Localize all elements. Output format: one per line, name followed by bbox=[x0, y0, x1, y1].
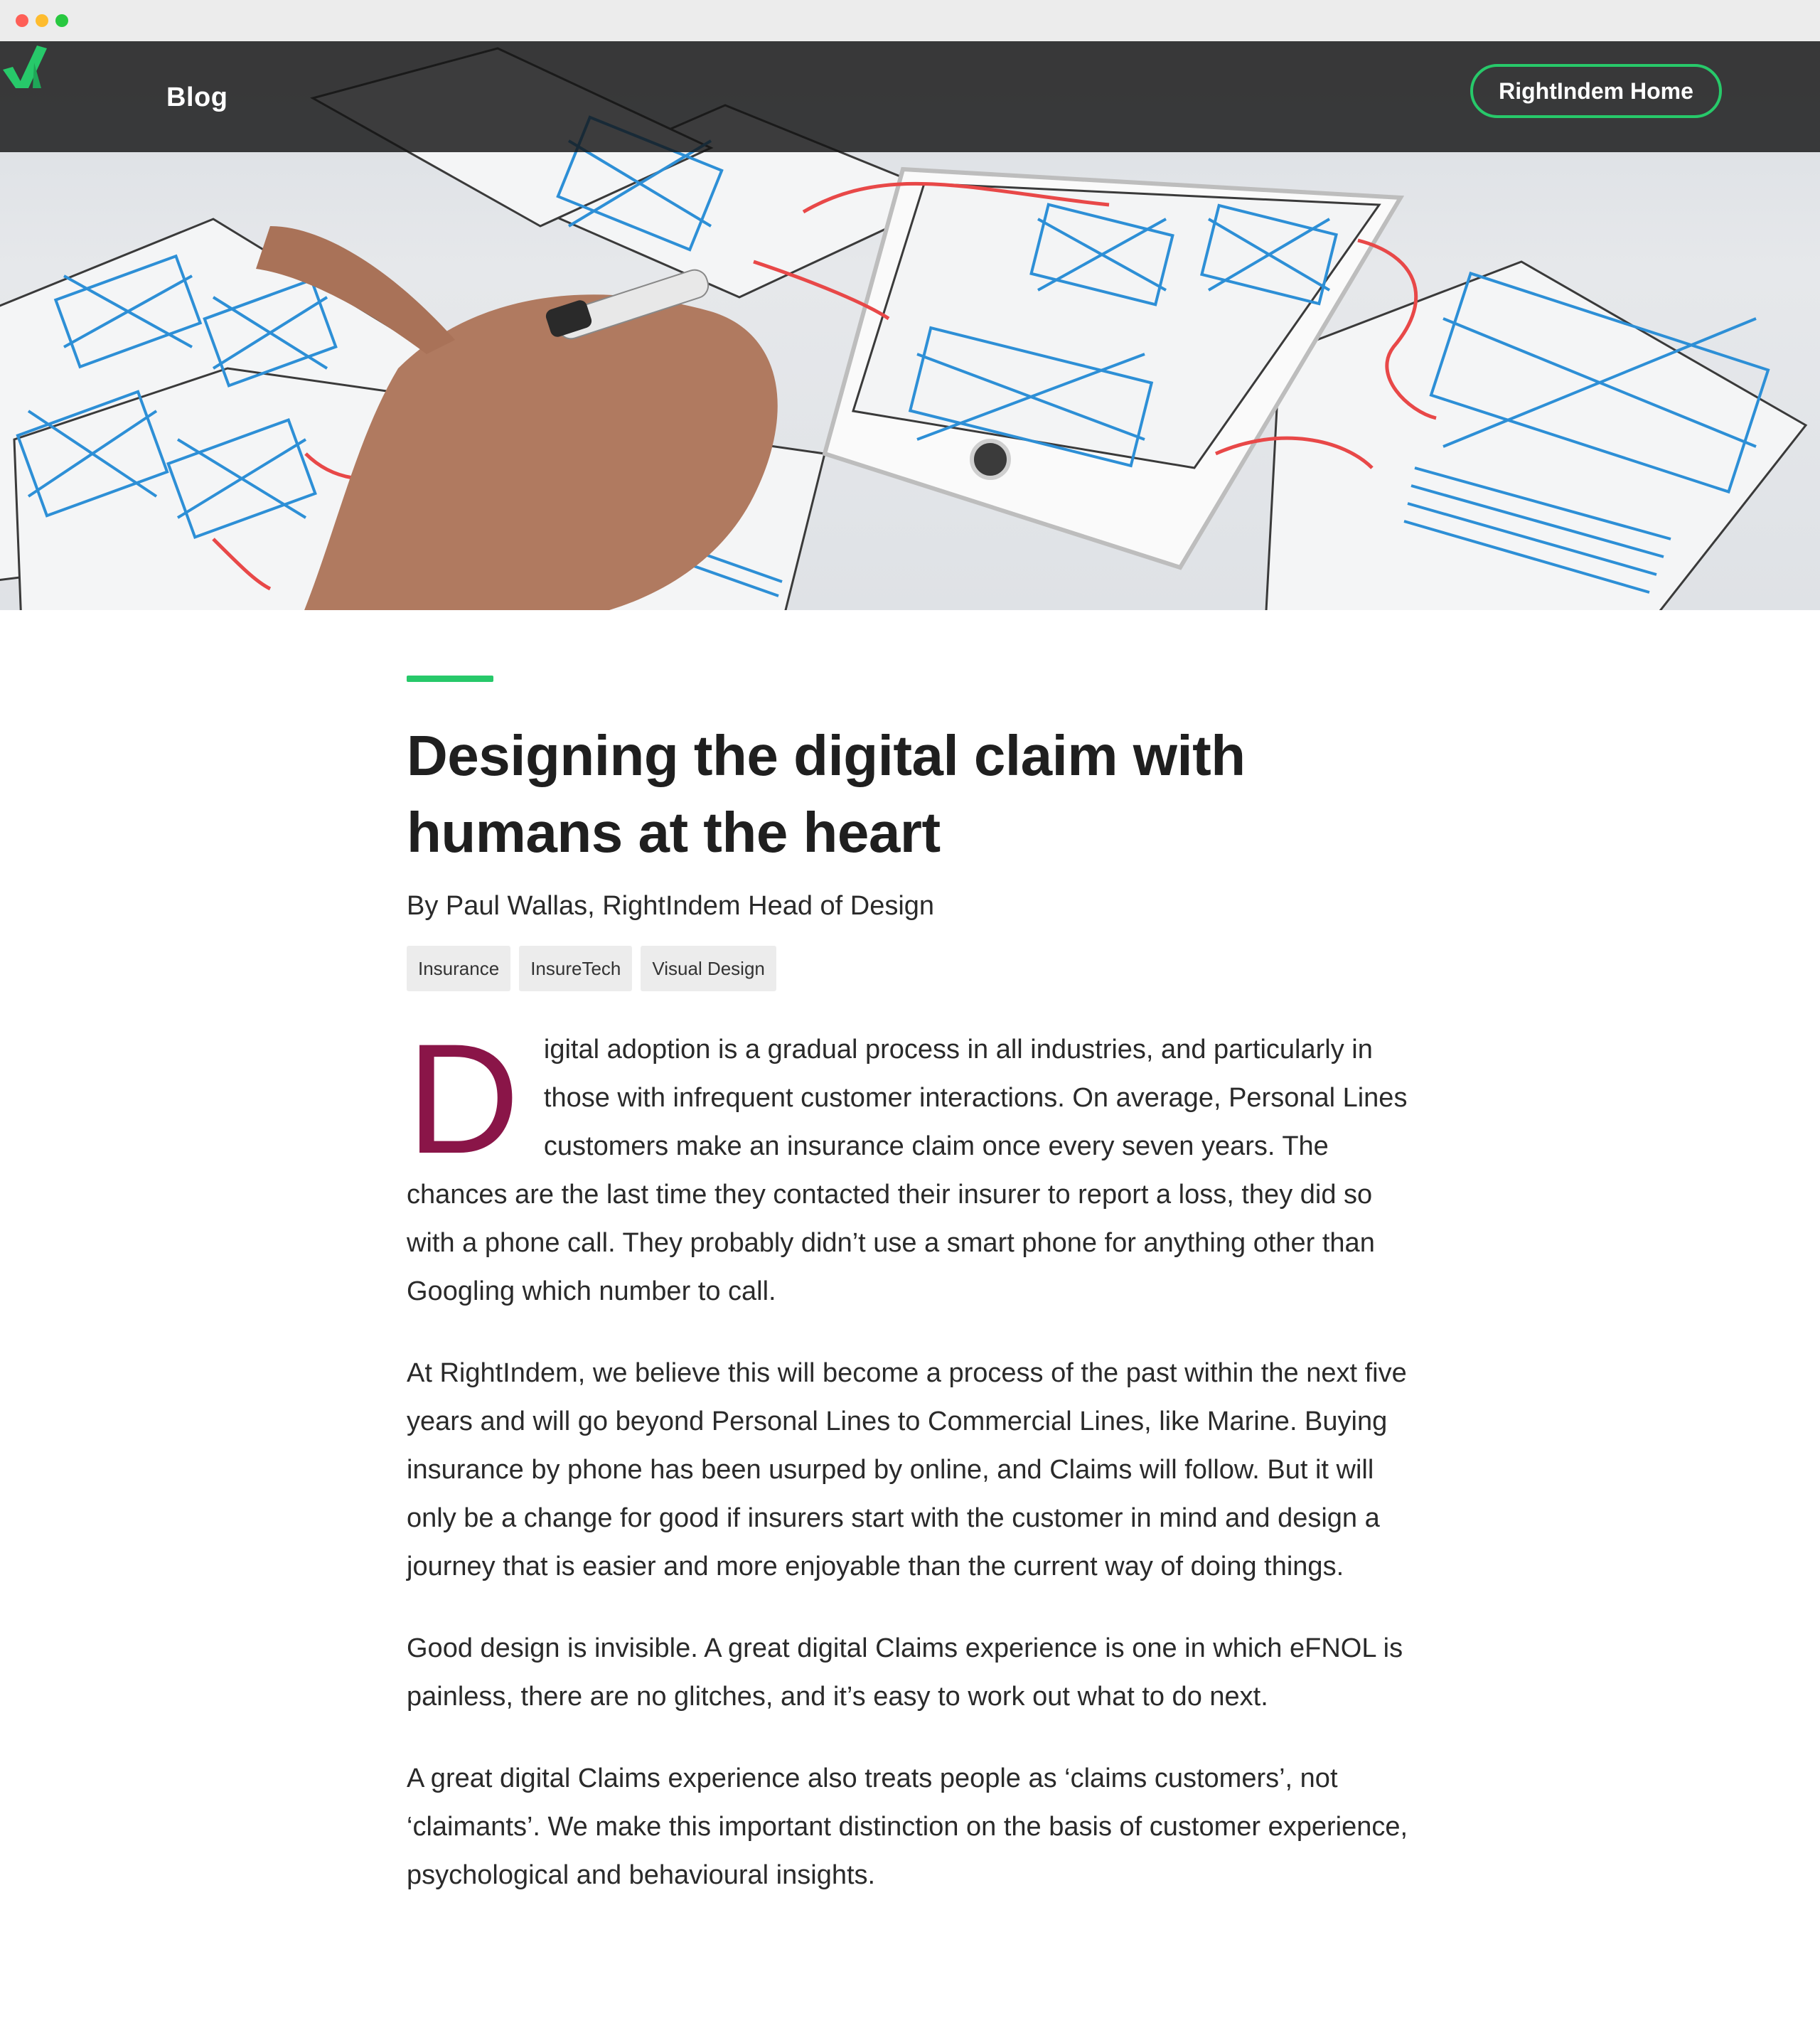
article-paragraph: At RightIndem, we believe this will beco… bbox=[407, 1358, 1407, 1581]
zoom-window-button[interactable] bbox=[55, 14, 68, 27]
article: Designing the digital claim with humans … bbox=[407, 676, 1416, 1899]
paragraph-text: igital adoption is a gradual process in … bbox=[407, 1035, 1408, 1306]
tag-list: Insurance InsureTech Visual Design bbox=[407, 946, 1416, 991]
article-byline: By Paul Wallas, RightIndem Head of Desig… bbox=[407, 891, 935, 921]
article-paragraph: A great digital Claims experience also t… bbox=[407, 1764, 1408, 1890]
dropcap-letter: D bbox=[407, 1011, 520, 1186]
article-paragraph: Good design is invisible. A great digita… bbox=[407, 1633, 1403, 1712]
tag-visual-design[interactable]: Visual Design bbox=[641, 946, 776, 991]
minimize-window-button[interactable] bbox=[36, 14, 48, 27]
close-window-button[interactable] bbox=[16, 14, 28, 27]
article-title: Designing the digital claim with humans … bbox=[407, 724, 1246, 864]
checkmark-logo-icon[interactable] bbox=[0, 41, 50, 92]
tag-insurance[interactable]: Insurance bbox=[407, 946, 511, 991]
top-navbar: Blog RightIndem Home bbox=[0, 41, 1820, 152]
rightindem-home-button[interactable]: RightIndem Home bbox=[1470, 64, 1722, 118]
window-titlebar bbox=[0, 0, 1820, 42]
hero-image: Blog RightIndem Home bbox=[0, 41, 1820, 610]
article-paragraph: Digital adoption is a gradual process in… bbox=[407, 1011, 1416, 1316]
title-accent-bar bbox=[407, 676, 493, 682]
blog-section-link[interactable]: Blog bbox=[166, 82, 228, 113]
tag-insuretech[interactable]: InsureTech bbox=[519, 946, 633, 991]
